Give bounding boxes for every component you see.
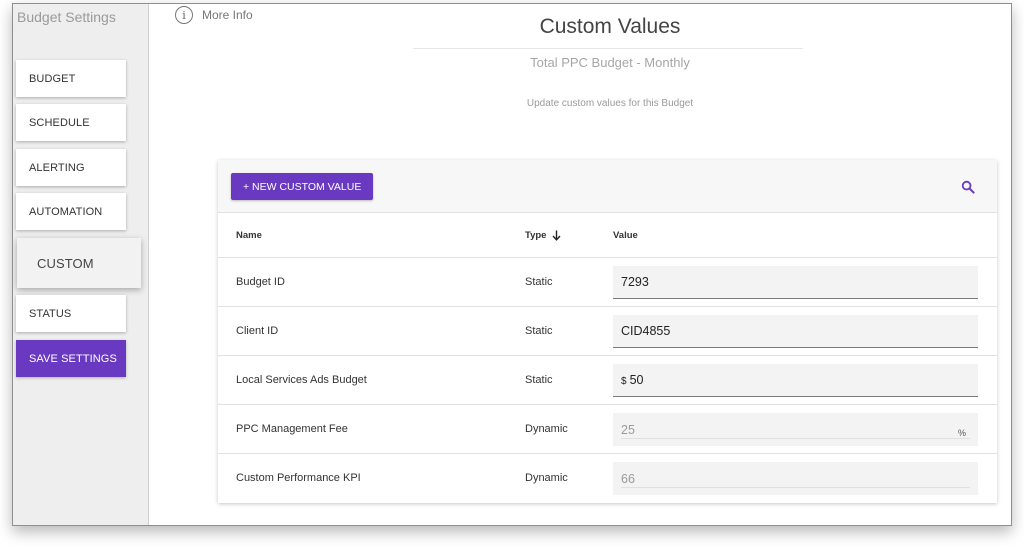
sidebar: Budget Settings BUDGET SCHEDULE ALERTING… bbox=[13, 4, 149, 525]
sidebar-item-budget[interactable]: BUDGET bbox=[16, 60, 126, 97]
column-header-value: Value bbox=[613, 230, 638, 241]
currency-prefix: $ bbox=[621, 375, 627, 387]
budget-settings-window: Budget Settings BUDGET SCHEDULE ALERTING… bbox=[12, 3, 1012, 526]
more-info-label: More Info bbox=[202, 8, 253, 22]
row-name: Local Services Ads Budget bbox=[236, 374, 367, 386]
page-subtitle: Total PPC Budget - Monthly bbox=[530, 55, 690, 70]
sidebar-item-schedule[interactable]: SCHEDULE bbox=[16, 104, 126, 141]
local-services-ads-budget-value-field[interactable]: $ 50 bbox=[613, 364, 978, 397]
row-type: Static bbox=[525, 374, 553, 386]
column-header-type[interactable]: Type bbox=[525, 230, 561, 241]
new-custom-value-button[interactable]: + NEW CUSTOM VALUE bbox=[231, 173, 374, 200]
table-row: Local Services Ads Budget Static $ 50 bbox=[218, 356, 997, 405]
row-name: PPC Management Fee bbox=[236, 423, 348, 435]
column-header-name: Name bbox=[236, 230, 262, 241]
save-settings-button[interactable]: SAVE SETTINGS bbox=[16, 340, 126, 377]
client-id-value-field[interactable]: CID4855 bbox=[613, 315, 978, 348]
row-name: Budget ID bbox=[236, 276, 285, 288]
info-circle-icon: i bbox=[175, 6, 193, 24]
sidebar-item-automation[interactable]: AUTOMATION bbox=[16, 193, 126, 230]
value-text: CID4855 bbox=[621, 324, 671, 338]
value-text: 66 bbox=[621, 471, 635, 486]
table-row: Client ID Static CID4855 bbox=[218, 307, 997, 356]
field-underline bbox=[621, 438, 970, 439]
page-description: Update custom values for this Budget bbox=[526, 98, 694, 109]
table-row: Custom Performance KPI Dynamic 66 bbox=[218, 454, 997, 503]
card-toolbar: + NEW CUSTOM VALUE bbox=[218, 160, 997, 213]
row-name: Client ID bbox=[236, 325, 279, 337]
page-title: Custom Values bbox=[539, 15, 681, 38]
title-divider bbox=[413, 48, 803, 49]
table-row: PPC Management Fee Dynamic 25 % bbox=[218, 405, 997, 454]
custom-values-card: + NEW CUSTOM VALUE Name Type Value Budge… bbox=[218, 160, 997, 503]
main-content: i More Info Custom Values Total PPC Budg… bbox=[150, 4, 1011, 525]
column-header-name-label: Name bbox=[236, 230, 262, 241]
budget-id-value-field[interactable]: 7293 bbox=[613, 266, 978, 299]
table-row: Budget ID Static 7293 bbox=[218, 258, 997, 307]
row-type: Static bbox=[525, 325, 553, 337]
custom-performance-kpi-value-field: 66 bbox=[613, 462, 978, 495]
sidebar-item-alerting[interactable]: ALERTING bbox=[16, 149, 126, 186]
sidebar-title: Budget Settings bbox=[17, 9, 116, 25]
arrow-down-icon bbox=[552, 230, 561, 241]
ppc-management-fee-value-field: 25 % bbox=[613, 413, 978, 446]
value-text: 50 bbox=[629, 373, 644, 387]
percent-suffix: % bbox=[957, 428, 966, 438]
column-header-value-label: Value bbox=[613, 230, 638, 241]
column-header-type-label: Type bbox=[525, 230, 547, 241]
row-type: Static bbox=[525, 276, 553, 288]
value-text: 7293 bbox=[621, 275, 649, 289]
row-name: Custom Performance KPI bbox=[236, 472, 361, 484]
table-header: Name Type Value bbox=[218, 213, 997, 258]
row-type: Dynamic bbox=[525, 472, 568, 484]
search-icon[interactable] bbox=[961, 180, 975, 194]
value-text: 25 bbox=[621, 422, 635, 437]
row-type: Dynamic bbox=[525, 423, 568, 435]
sidebar-item-status[interactable]: STATUS bbox=[16, 295, 126, 332]
sidebar-item-custom[interactable]: CUSTOM bbox=[17, 238, 141, 288]
field-underline bbox=[621, 487, 970, 488]
more-info-link[interactable]: i More Info bbox=[175, 6, 253, 24]
